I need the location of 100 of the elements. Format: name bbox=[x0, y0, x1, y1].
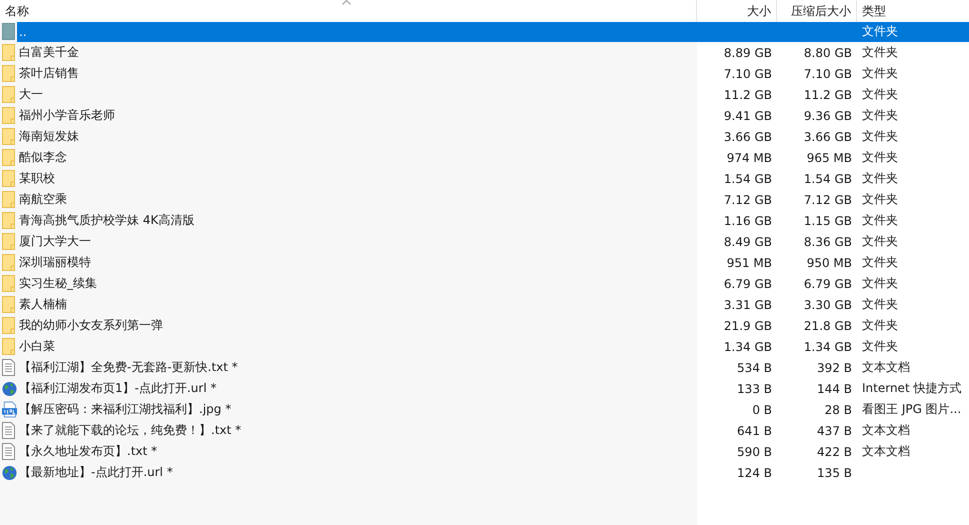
file-type: 文件夹 bbox=[862, 128, 898, 145]
file-type: 文件夹 bbox=[862, 44, 898, 61]
packed-size: 28 B bbox=[824, 402, 852, 416]
file-row[interactable]: 福州小学音乐老师 9.41 GB 9.36 GB 文件夹 bbox=[17, 105, 969, 126]
file-row[interactable]: 素人楠楠 3.31 GB 3.30 GB 文件夹 bbox=[17, 294, 969, 315]
file-name: 我的幼师小女友系列第一弹 bbox=[18, 317, 164, 334]
file-row[interactable]: .. 文件夹 bbox=[17, 21, 969, 42]
folder-icon bbox=[2, 254, 15, 271]
file-type: 文件夹 bbox=[862, 233, 898, 250]
file-row[interactable]: 白富美千金 8.89 GB 8.80 GB 文件夹 bbox=[17, 42, 969, 63]
folder-icon bbox=[2, 23, 15, 40]
file-size: 8.89 GB bbox=[724, 46, 772, 60]
file-name: 南航空乘 bbox=[18, 191, 68, 208]
file-type: 文本文档 bbox=[862, 443, 910, 460]
file-type: 文件夹 bbox=[862, 254, 898, 271]
file-name: 厦门大学大一 bbox=[18, 233, 92, 250]
file-row[interactable]: 小白菜 1.34 GB 1.34 GB 文件夹 bbox=[17, 336, 969, 357]
file-type: 文件夹 bbox=[862, 170, 898, 187]
globe-icon bbox=[2, 464, 17, 480]
file-name: 【最新地址】-点此打开.url * bbox=[18, 464, 174, 481]
packed-size: 1.34 GB bbox=[804, 340, 852, 354]
file-size: 534 B bbox=[737, 360, 772, 374]
file-size: 1.54 GB bbox=[724, 172, 772, 186]
file-size: 951 MB bbox=[726, 256, 772, 270]
file-name: 【来了就能下载的论坛，纯免费！】.txt * bbox=[18, 422, 242, 439]
file-type: 文件夹 bbox=[862, 191, 898, 208]
folder-icon bbox=[2, 191, 15, 208]
folder-icon bbox=[2, 128, 15, 145]
column-header[interactable]: 类型 bbox=[862, 2, 886, 20]
packed-size: 392 B bbox=[817, 360, 852, 374]
folder-icon bbox=[2, 233, 15, 250]
folder-icon bbox=[2, 149, 15, 166]
file-size: 1.16 GB bbox=[724, 214, 772, 228]
file-type: 文件夹 bbox=[862, 296, 898, 313]
file-size: 8.49 GB bbox=[724, 234, 772, 248]
file-type: Internet 快捷方式 bbox=[862, 380, 962, 397]
packed-size: 9.36 GB bbox=[804, 108, 852, 122]
column-header[interactable]: 大小 bbox=[747, 2, 771, 20]
file-size: 124 B bbox=[737, 466, 772, 480]
file-name: 素人楠楠 bbox=[18, 296, 68, 313]
file-name: 深圳瑞丽模特 bbox=[18, 254, 92, 271]
folder-icon bbox=[2, 65, 15, 82]
file-row[interactable]: 海南短发妹 3.66 GB 3.66 GB 文件夹 bbox=[17, 126, 969, 147]
file-row[interactable]: 茶叶店销售 7.10 GB 7.10 GB 文件夹 bbox=[17, 63, 969, 84]
packed-size: 7.12 GB bbox=[804, 192, 852, 206]
file-name: 酷似李念 bbox=[18, 149, 68, 166]
file-row[interactable]: 厦门大学大一 8.49 GB 8.36 GB 文件夹 bbox=[17, 231, 969, 252]
column-header[interactable]: 名称 bbox=[5, 2, 29, 20]
file-row[interactable]: 【解压密码：来福利江湖找福利】.jpg * 0 B 28 B 看图王 JPG 图片... bbox=[17, 399, 969, 420]
packed-size: 422 B bbox=[817, 444, 852, 458]
folder-icon bbox=[2, 296, 15, 313]
file-size: 133 B bbox=[737, 382, 772, 396]
packed-size: 3.30 GB bbox=[804, 298, 852, 312]
folder-icon bbox=[2, 170, 15, 187]
file-type: 文件夹 bbox=[862, 86, 898, 103]
packed-size: 437 B bbox=[817, 424, 852, 438]
packed-size: 3.66 GB bbox=[804, 130, 852, 144]
file-size: 1.34 GB bbox=[724, 340, 772, 354]
file-name: 茶叶店销售 bbox=[18, 65, 80, 82]
file-type: 文件夹 bbox=[862, 317, 898, 334]
column-header[interactable]: 压缩后大小 bbox=[791, 2, 851, 20]
file-name: 【解压密码：来福利江湖找福利】.jpg * bbox=[18, 401, 232, 418]
file-type: 文本文档 bbox=[862, 422, 910, 439]
file-row[interactable]: 【最新地址】-点此打开.url * 124 B 135 B bbox=[17, 462, 969, 483]
file-row[interactable]: 南航空乘 7.12 GB 7.12 GB 文件夹 bbox=[17, 189, 969, 210]
file-type: 文件夹 bbox=[862, 65, 898, 82]
file-row[interactable]: 大一 11.2 GB 11.2 GB 文件夹 bbox=[17, 84, 969, 105]
file-size: 7.12 GB bbox=[724, 192, 772, 206]
packed-size: 144 B bbox=[817, 382, 852, 396]
file-row[interactable]: 酷似李念 974 MB 965 MB 文件夹 bbox=[17, 147, 969, 168]
file-size: 6.79 GB bbox=[724, 276, 772, 290]
document-icon bbox=[2, 443, 15, 460]
packed-size: 11.2 GB bbox=[804, 88, 852, 102]
file-row[interactable]: 某职校 1.54 GB 1.54 GB 文件夹 bbox=[17, 168, 969, 189]
file-row[interactable]: 深圳瑞丽模特 951 MB 950 MB 文件夹 bbox=[17, 252, 969, 273]
file-row[interactable]: 【福利江湖发布页1】-点此打开.url * 133 B 144 B Internet 快捷方式 bbox=[17, 378, 969, 399]
file-name: 【永久地址发布页】.txt * bbox=[18, 443, 158, 460]
file-type: 文本文档 bbox=[862, 359, 910, 376]
file-type: 文件夹 bbox=[862, 338, 898, 355]
folder-icon bbox=[2, 212, 15, 229]
file-row[interactable]: 【来了就能下载的论坛，纯免费！】.txt * 641 B 437 B 文本文档 bbox=[17, 420, 969, 441]
file-row[interactable]: 我的幼师小女友系列第一弹 21.9 GB 21.8 GB 文件夹 bbox=[17, 315, 969, 336]
folder-icon bbox=[2, 275, 15, 292]
file-name: 实习生秘_续集 bbox=[18, 275, 98, 292]
file-row[interactable]: 【永久地址发布页】.txt * 590 B 422 B 文本文档 bbox=[17, 441, 969, 462]
file-size: 0 B bbox=[752, 402, 772, 416]
file-name: 某职校 bbox=[18, 170, 56, 187]
file-type: 文件夹 bbox=[862, 107, 898, 124]
file-type: 文件夹 bbox=[862, 23, 898, 40]
packed-size: 21.8 GB bbox=[804, 318, 852, 332]
file-row[interactable]: 青海高挑气质护校学妹 4K高清版 1.16 GB 1.15 GB 文件夹 bbox=[17, 210, 969, 231]
file-size: 590 B bbox=[737, 444, 772, 458]
packed-size: 950 MB bbox=[806, 256, 852, 270]
file-name: 【福利江湖发布页1】-点此打开.url * bbox=[18, 380, 218, 397]
file-name: 青海高挑气质护校学妹 4K高清版 bbox=[18, 212, 196, 229]
file-row[interactable]: 实习生秘_续集 6.79 GB 6.79 GB 文件夹 bbox=[17, 273, 969, 294]
file-size: 3.66 GB bbox=[724, 130, 772, 144]
image-file-icon bbox=[2, 401, 17, 418]
file-name: 福州小学音乐老师 bbox=[18, 107, 116, 124]
file-row[interactable]: 【福利江湖】全免费-无套路-更新快.txt * 534 B 392 B 文本文档 bbox=[17, 357, 969, 378]
